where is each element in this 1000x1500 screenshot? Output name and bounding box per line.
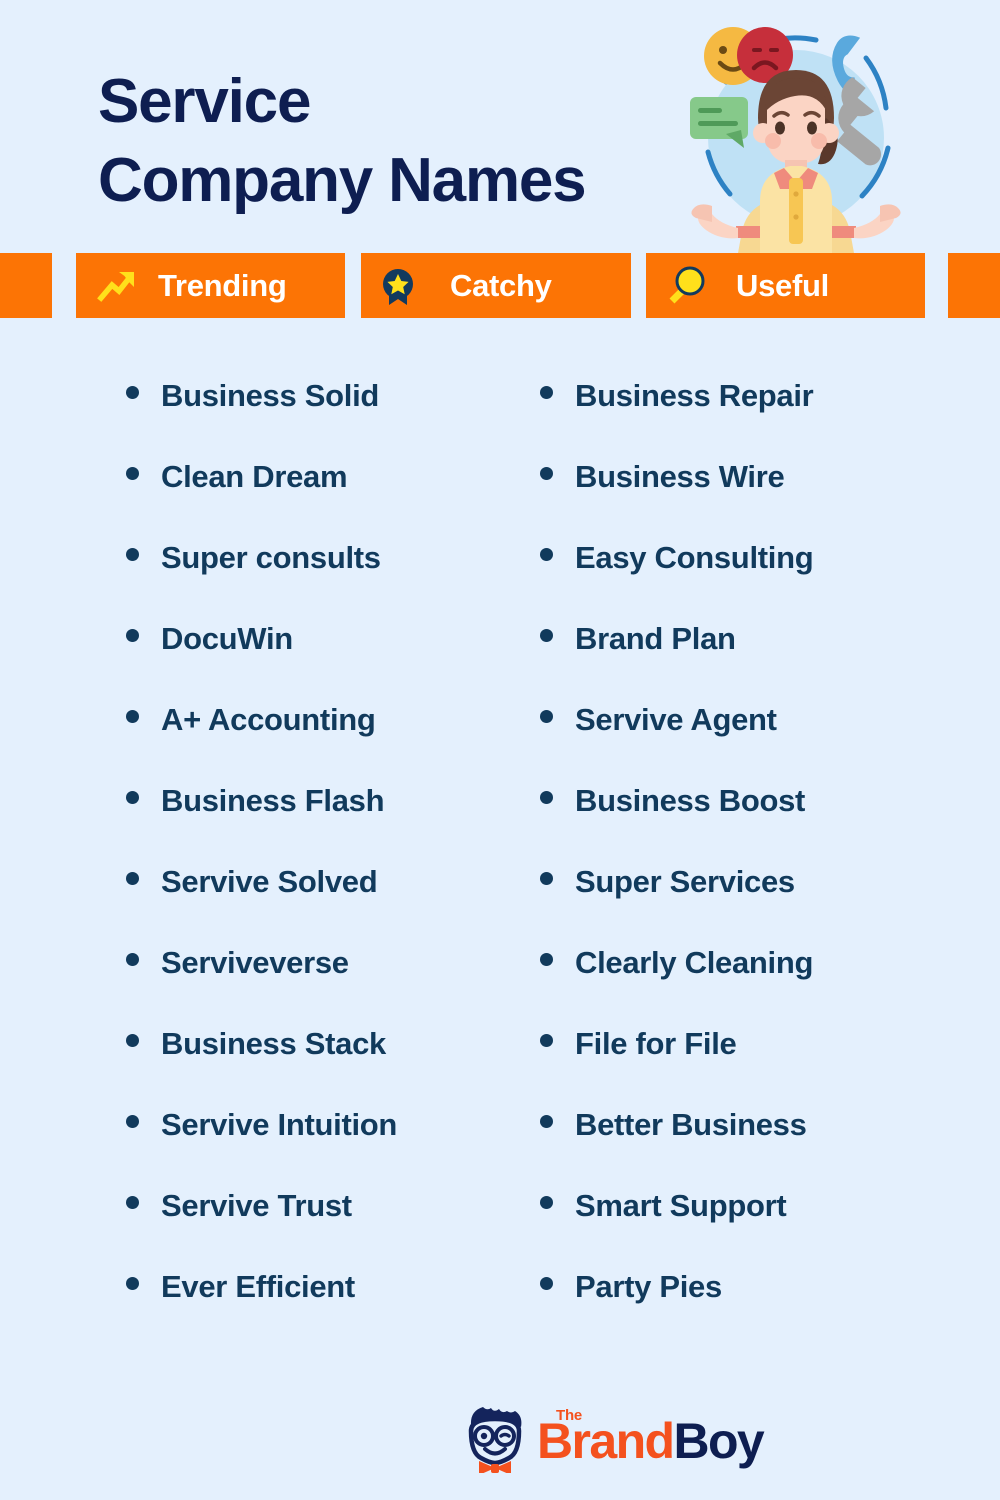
name-label: File for File bbox=[575, 1026, 737, 1061]
bullet-icon bbox=[126, 1196, 139, 1209]
list-item: DocuWin bbox=[126, 623, 526, 704]
list-item: Business Wire bbox=[540, 461, 960, 542]
badge-useful-label: Useful bbox=[736, 267, 829, 303]
name-label: Servive Solved bbox=[161, 864, 378, 899]
brandboy-logo[interactable]: The BrandBoy bbox=[0, 1393, 1000, 1483]
badge-bar-left-edge-block bbox=[0, 253, 52, 318]
page-title: Service Company Names bbox=[98, 67, 587, 215]
bullet-icon bbox=[126, 1277, 139, 1290]
brandboy-boy-face-logo bbox=[468, 1407, 522, 1473]
bullet-icon bbox=[126, 791, 139, 804]
bullet-icon bbox=[540, 791, 553, 804]
name-label: Servive Intuition bbox=[161, 1107, 398, 1142]
name-label: Business Boost bbox=[575, 783, 806, 818]
badge-trending-label: Trending bbox=[158, 267, 287, 303]
list-item: Business Boost bbox=[540, 785, 960, 866]
name-label: Business Stack bbox=[161, 1026, 386, 1061]
list-item: Brand Plan bbox=[540, 623, 960, 704]
name-label: Clean Dream bbox=[161, 459, 348, 494]
bullet-icon bbox=[126, 872, 139, 885]
list-item: Servive Agent bbox=[540, 704, 960, 785]
badge-bar-right-edge-block bbox=[948, 253, 1000, 318]
bullet-icon bbox=[126, 953, 139, 966]
bullet-icon bbox=[540, 386, 553, 399]
name-label: Servive Trust bbox=[161, 1188, 352, 1223]
list-item: Ever Efficient bbox=[126, 1271, 526, 1352]
badge-catchy-label: Catchy bbox=[450, 267, 552, 303]
list-item: Serviveverse bbox=[126, 947, 526, 1028]
magnifying-glass-icon bbox=[669, 266, 705, 303]
company-names-list: Business Solid Clean Dream Super consult… bbox=[0, 380, 1000, 1370]
bullet-icon bbox=[540, 1277, 553, 1290]
list-item: Super Services bbox=[540, 866, 960, 947]
bullet-icon bbox=[540, 629, 553, 642]
name-label: Better Business bbox=[575, 1107, 807, 1142]
bullet-icon bbox=[126, 710, 139, 723]
bullet-icon bbox=[126, 629, 139, 642]
name-label: Party Pies bbox=[575, 1269, 722, 1304]
bullet-icon bbox=[126, 548, 139, 561]
bullet-icon bbox=[126, 386, 139, 399]
list-item: Clearly Cleaning bbox=[540, 947, 960, 1028]
list-item: Business Flash bbox=[126, 785, 526, 866]
name-label: Business Repair bbox=[575, 378, 814, 413]
name-label: Business Solid bbox=[161, 378, 380, 413]
bullet-icon bbox=[540, 1196, 553, 1209]
list-item: File for File bbox=[540, 1028, 960, 1109]
list-item: Servive Trust bbox=[126, 1190, 526, 1271]
bullet-icon bbox=[540, 1034, 553, 1047]
list-item: Servive Solved bbox=[126, 866, 526, 947]
name-label: Easy Consulting bbox=[575, 540, 814, 575]
names-column-1: Business Solid Clean Dream Super consult… bbox=[126, 380, 526, 1352]
bullet-icon bbox=[126, 1115, 139, 1128]
bullet-icon bbox=[540, 467, 553, 480]
names-column-2: Business Repair Business Wire Easy Consu… bbox=[540, 380, 960, 1352]
bullet-icon bbox=[540, 710, 553, 723]
list-item: Better Business bbox=[540, 1109, 960, 1190]
trending-up-arrow-icon bbox=[97, 271, 134, 302]
name-label: Ever Efficient bbox=[161, 1269, 355, 1304]
badge-bar: Trending Catchy Useful bbox=[0, 253, 1000, 318]
bullet-icon bbox=[540, 953, 553, 966]
header: Service Company Names bbox=[0, 0, 1000, 253]
name-label: Servive Agent bbox=[575, 702, 777, 737]
logo-boy-label: Boy bbox=[673, 1413, 764, 1469]
list-item: Clean Dream bbox=[126, 461, 526, 542]
name-label: Clearly Cleaning bbox=[575, 945, 814, 980]
award-ribbon-star-icon bbox=[383, 268, 413, 305]
bullet-icon bbox=[540, 872, 553, 885]
name-label: Super consults bbox=[161, 540, 381, 575]
list-item: Easy Consulting bbox=[540, 542, 960, 623]
badge-trending[interactable]: Trending bbox=[76, 253, 345, 318]
bullet-icon bbox=[126, 467, 139, 480]
logo-main-label: BrandBoy bbox=[537, 1413, 765, 1469]
name-label: Serviveverse bbox=[161, 945, 349, 980]
name-label: A+ Accounting bbox=[161, 702, 376, 737]
name-label: Business Flash bbox=[161, 783, 385, 818]
badge-useful[interactable]: Useful bbox=[646, 253, 925, 318]
bullet-icon bbox=[540, 548, 553, 561]
name-label: DocuWin bbox=[161, 621, 293, 656]
list-item: Business Solid bbox=[126, 380, 526, 461]
list-item: Business Repair bbox=[540, 380, 960, 461]
customer-service-woman-illustration bbox=[690, 27, 901, 253]
list-item: Business Stack bbox=[126, 1028, 526, 1109]
list-item: Servive Intuition bbox=[126, 1109, 526, 1190]
logo-brand-label: Brand bbox=[537, 1413, 675, 1469]
list-item: A+ Accounting bbox=[126, 704, 526, 785]
name-label: Super Services bbox=[575, 864, 795, 899]
name-label: Smart Support bbox=[575, 1188, 787, 1223]
name-label: Brand Plan bbox=[575, 621, 736, 656]
bullet-icon bbox=[126, 1034, 139, 1047]
list-item: Smart Support bbox=[540, 1190, 960, 1271]
list-item: Super consults bbox=[126, 542, 526, 623]
bullet-icon bbox=[540, 1115, 553, 1128]
name-label: Business Wire bbox=[575, 459, 785, 494]
list-item: Party Pies bbox=[540, 1271, 960, 1352]
badge-catchy[interactable]: Catchy bbox=[361, 253, 631, 318]
